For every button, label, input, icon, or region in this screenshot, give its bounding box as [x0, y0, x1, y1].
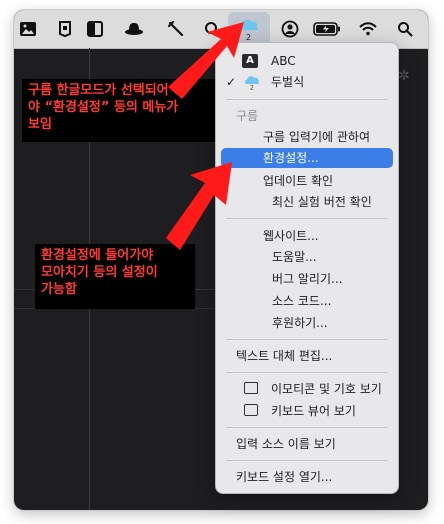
menu-item-source-code-label: 소스 코드... [272, 294, 332, 308]
wifi-icon[interactable] [356, 17, 380, 41]
svg-text:2: 2 [250, 85, 254, 91]
app-icon[interactable] [53, 17, 77, 41]
menu-item-source-code[interactable]: 소스 코드... [216, 291, 398, 311]
annotation-line: 가능함 [41, 282, 77, 297]
annotation-line: 환경설정에 들어가야 [41, 248, 154, 263]
menu-item-website-label: 웹사이트... [263, 229, 319, 243]
photos-icon[interactable] [16, 17, 40, 41]
checkmark-icon: ✓ [226, 75, 237, 89]
menu-item-dubeolsik-label: 두벌식 [271, 75, 305, 89]
menu-item-emoji-symbols[interactable]: 이모티콘 및 기호 보기 [216, 379, 398, 399]
menu-item-input-source-name[interactable]: 입력 소스 이름 보기 [216, 434, 398, 454]
keyboard-viewer-icon [244, 404, 258, 416]
menu-item-update-check[interactable]: 업데이트 확인 [216, 171, 398, 191]
gureum-icon-label: 2 [246, 33, 252, 42]
gureum-dropdown-menu: A ABC ✓ 2 두벌식 구름 구름 입력기에 관하여 환경설정... 업데이… [215, 42, 399, 494]
menu-item-emoji-symbols-label: 이모티콘 및 기호 보기 [271, 382, 382, 396]
menu-item-keyboard-viewer[interactable]: 키보드 뷰어 보기 [216, 401, 398, 421]
menu-item-bug-report[interactable]: 버그 알리기... [216, 269, 398, 289]
menu-item-text-replacements[interactable]: 텍스트 대체 편집... [216, 346, 398, 366]
menu-item-donate[interactable]: 후원하기... [216, 313, 398, 333]
menu-item-keyboard-viewer-label: 키보드 뷰어 보기 [271, 404, 356, 418]
menu-item-keyboard-settings-label: 키보드 설정 열기... [236, 470, 333, 484]
menu-item-preferences-label: 환경설정... [263, 151, 319, 165]
annotation-callout-bottom: 환경설정에 들어가야 모아치기 등의 설정이 가능함 [35, 244, 195, 309]
menu-separator [226, 339, 388, 340]
menu-item-text-replacements-label: 텍스트 대체 편집... [236, 349, 333, 363]
annotation-callout-top: 구름 한글모드가 선택되어 야 “환경설정” 등의 메뉴가 보임 [22, 79, 215, 142]
gureum-cloud-icon [240, 19, 258, 30]
menu-section-header-label: 구름 [236, 109, 259, 123]
sidebar-icon[interactable] [83, 17, 107, 41]
menu-item-about-label: 구름 입력기에 관하여 [263, 130, 370, 144]
menu-section-header: 구름 [216, 106, 398, 126]
menu-item-beta-check[interactable]: 최신 실험 버전 확인 [216, 192, 398, 212]
annotation-line: 야 “환경설정” 등의 메뉴가 [28, 100, 179, 115]
battery-icon[interactable] [312, 17, 342, 41]
menu-item-abc[interactable]: A ABC [216, 51, 398, 71]
annotation-line: 보임 [28, 117, 52, 132]
spotlight-icon[interactable] [393, 17, 417, 41]
menu-item-input-source-name-label: 입력 소스 이름 보기 [236, 437, 336, 451]
menu-item-abc-label: ABC [271, 54, 296, 68]
gureum-cloud-icon: 2 [244, 76, 260, 91]
annotation-line: 구름 한글모드가 선택되어 [28, 83, 169, 98]
user-icon[interactable] [278, 17, 302, 41]
menu-separator [226, 372, 388, 373]
menu-item-help-label: 도움말... [272, 250, 317, 264]
tools-icon[interactable] [164, 17, 188, 41]
menu-item-about[interactable]: 구름 입력기에 관하여 [216, 127, 398, 147]
hat-icon[interactable] [122, 17, 146, 41]
menu-item-preferences[interactable]: 환경설정... [221, 148, 393, 168]
abc-badge: A [242, 54, 258, 68]
emoji-viewer-icon [244, 382, 258, 394]
menu-item-website[interactable]: 웹사이트... [216, 226, 398, 246]
menu-separator [226, 460, 388, 461]
menu-item-bug-report-label: 버그 알리기... [272, 272, 343, 286]
menu-item-dubeolsik[interactable]: ✓ 2 두벌식 [216, 72, 398, 92]
gear-icon: ✲ [398, 68, 410, 84]
menu-item-help[interactable]: 도움말... [216, 247, 398, 267]
menu-item-donate-label: 후원하기... [272, 316, 328, 330]
search-icon[interactable] [200, 17, 224, 41]
menu-item-beta-check-label: 최신 실험 버전 확인 [272, 195, 372, 209]
annotation-line: 모아치기 등의 설정이 [41, 265, 158, 280]
gureum-input-menu[interactable]: 2 [228, 12, 270, 46]
menu-item-update-check-label: 업데이트 확인 [263, 174, 334, 188]
menu-separator [226, 427, 388, 428]
menu-separator [226, 99, 388, 100]
menu-separator [226, 218, 388, 219]
menu-item-keyboard-settings[interactable]: 키보드 설정 열기... [216, 467, 398, 487]
